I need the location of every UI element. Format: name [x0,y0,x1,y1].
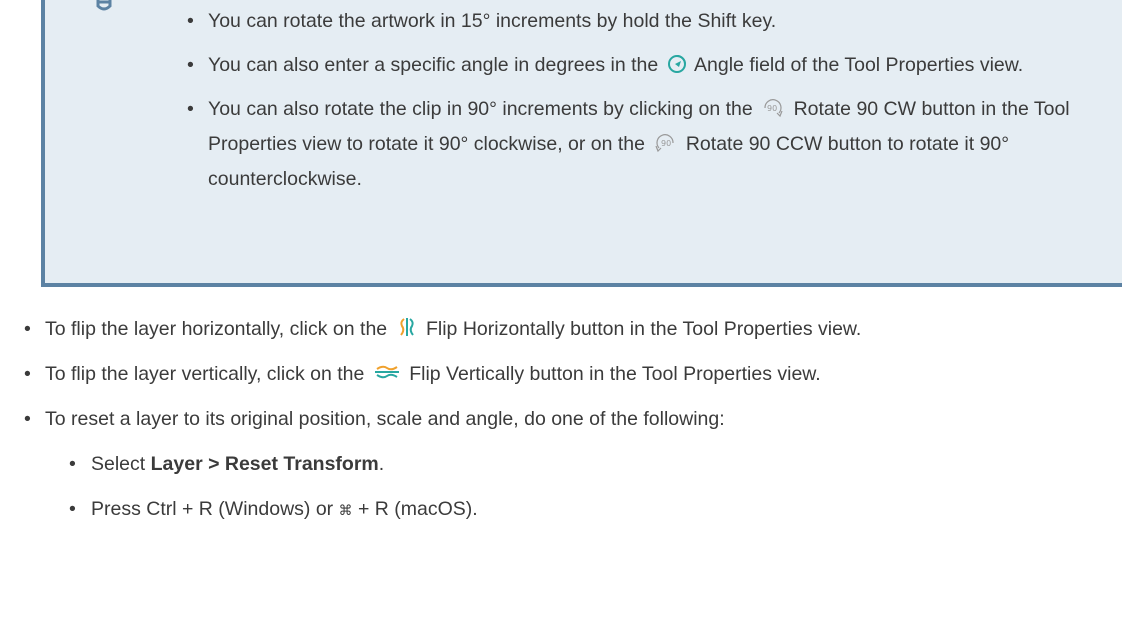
rotate-90-ccw-icon: 90 [655,134,675,153]
sub-list: Select Layer > Reset Transform. Press Ct… [45,447,1110,528]
tip-item: You can also enter a specific angle in d… [185,48,1122,83]
command-key-icon: ⌘ [338,502,353,518]
flip-vertical-icon [374,365,399,379]
svg-text:90: 90 [767,104,777,113]
sub-list-item: Select Layer > Reset Transform. [45,447,1110,482]
list-item: To flip the layer vertically, click on t… [0,357,1110,392]
sub-list-item: Press Ctrl + R (Windows) or ⌘ + R (macOS… [45,492,1110,528]
flip-horizontal-icon [399,318,414,336]
svg-text:90: 90 [661,139,671,148]
menu-path: Layer > Reset Transform [150,453,379,475]
tip-box: You can rotate the artwork in 15° increm… [41,0,1122,287]
list-item: To reset a layer to its original positio… [0,402,1110,528]
angle-icon [667,55,686,73]
rotate-90-cw-icon: 90 [764,99,783,118]
tip-list: You can rotate the artwork in 15° increm… [185,4,1122,206]
tip-item: You can also rotate the clip in 90° incr… [185,92,1122,197]
list-item: To flip the layer horizontally, click on… [0,312,1110,347]
lightbulb-icon [96,0,112,11]
tip-item: You can rotate the artwork in 15° increm… [185,4,1122,39]
main-list: To flip the layer horizontally, click on… [0,312,1110,538]
